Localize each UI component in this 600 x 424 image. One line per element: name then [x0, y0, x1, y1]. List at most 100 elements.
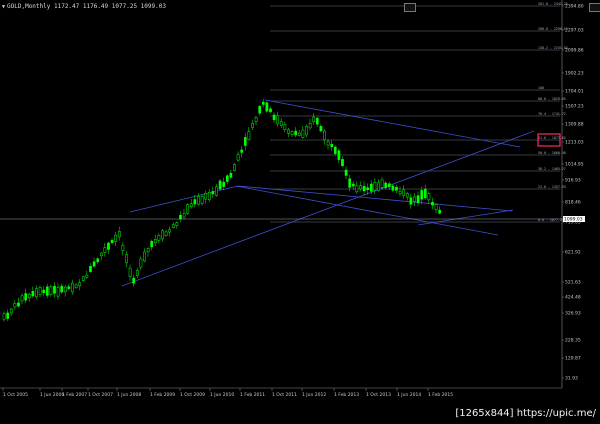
chart-title: ▼ GOLD,Monthly 1172.47 1176.49 1077.25 10… — [2, 3, 166, 10]
symbol-quote-line: GOLD,Monthly 1172.47 1176.49 1077.25 109… — [7, 3, 166, 10]
candle-body — [207, 192, 211, 200]
candle-body — [319, 126, 323, 132]
price-axis-label: 1309.88 — [565, 122, 584, 128]
candle-body — [233, 164, 236, 171]
candle-body — [153, 239, 157, 244]
chart-window[interactable]: 261.8 - 2441.25 200.0 - 2296.15 138.2 - 21… — [0, 0, 600, 420]
candle-body — [179, 214, 182, 220]
plot-area — [0, 0, 562, 388]
candle-body — [143, 251, 146, 262]
candle-body — [171, 224, 175, 228]
candle-body — [380, 179, 384, 188]
fib-level-label: 138.2 - 2151.03 — [538, 46, 568, 50]
candle-body — [63, 286, 67, 293]
candle-body — [247, 131, 251, 140]
candle-body — [402, 189, 406, 196]
fib-level-label: 0.0 - 1077.25 — [538, 218, 564, 222]
candle-body — [409, 197, 413, 205]
candle-body — [333, 146, 337, 154]
candle-body — [60, 285, 64, 293]
candle-body — [135, 270, 139, 276]
candle-body — [362, 185, 366, 192]
price-axis-label: 916.93 — [565, 178, 581, 184]
candle-body — [117, 231, 121, 238]
candle-body — [420, 190, 424, 200]
price-chart[interactable]: 261.8 - 2441.25 200.0 - 2296.15 138.2 - 21… — [0, 0, 600, 420]
candle-body — [74, 284, 78, 289]
candle-body — [261, 101, 265, 105]
price-axis-label: 31.93 — [565, 376, 578, 382]
candle-body — [211, 191, 215, 195]
candle-body — [369, 183, 373, 192]
candle-body — [85, 274, 89, 278]
candle-body — [107, 242, 110, 250]
candle-body — [161, 230, 164, 240]
candle-body — [423, 188, 427, 199]
candle-body — [204, 192, 208, 200]
candle-body — [150, 241, 154, 248]
candle-body — [326, 141, 330, 146]
symbol-arrow-icon: ▼ — [2, 4, 6, 10]
candle-body — [139, 258, 143, 268]
candle-body — [225, 175, 229, 182]
candle-body — [315, 117, 319, 125]
candle-body — [110, 239, 114, 244]
price-axis-label: 1902.23 — [565, 71, 584, 77]
candle-body — [96, 258, 100, 263]
chart-control-button[interactable] — [404, 3, 416, 12]
candle-body — [337, 150, 341, 160]
price-axis-label: 2394.80 — [565, 4, 584, 10]
candle-body — [416, 195, 420, 203]
candle-body — [27, 293, 31, 299]
candle-body — [359, 185, 362, 190]
candle-body — [128, 267, 132, 277]
candle-body — [254, 117, 258, 122]
time-axis-label: 1 Feb 2009 — [150, 392, 175, 398]
fib-level-label: 88.6 - 1829.85 — [538, 97, 566, 101]
candle-body — [438, 209, 442, 214]
candle-body — [215, 186, 218, 196]
candle-body — [276, 115, 280, 125]
candle-body — [243, 137, 247, 146]
price-axis-label: 2297.03 — [565, 28, 584, 34]
candle-body — [297, 132, 301, 136]
time-axis: 1 Oct 2005 1 Jun 20061 Feb 2007 1 Oct 2007… — [2, 388, 453, 398]
candle-body — [269, 108, 272, 113]
candle-body — [283, 124, 287, 130]
candle-body — [229, 172, 233, 178]
candle-body — [236, 154, 240, 161]
candle-body — [251, 123, 254, 128]
candle-body — [279, 121, 283, 126]
candle-body — [197, 196, 200, 205]
candle-body — [427, 192, 431, 201]
candle-body — [312, 116, 316, 122]
candle-body — [405, 193, 409, 198]
chart-scroll-button[interactable] — [589, 3, 600, 12]
time-axis-label: 1 Jun 2014 — [397, 392, 421, 398]
candle-body — [398, 191, 402, 195]
time-axis-label: 1 Feb 2011 — [240, 392, 265, 398]
candle-body — [193, 199, 197, 205]
candle-body — [355, 185, 359, 193]
candle-body — [20, 295, 24, 302]
candle-body — [92, 261, 96, 267]
price-axis-label: 2099.86 — [565, 48, 584, 54]
candle-body — [323, 130, 326, 141]
time-axis-label: 1 Feb 2015 — [428, 392, 453, 398]
time-axis-label: 1 Oct 2007 — [88, 392, 113, 398]
time-axis-label: 1 Oct 2011 — [272, 392, 297, 398]
candle-body — [434, 204, 438, 210]
candle-body — [186, 204, 190, 214]
candle-body — [9, 308, 13, 314]
candle-body — [287, 129, 290, 134]
candle-body — [301, 129, 305, 138]
price-axis-label: 1704.01 — [565, 89, 584, 95]
candle-body — [258, 106, 262, 114]
candle-body — [290, 131, 294, 135]
candle-body — [341, 159, 344, 166]
time-axis-label: 1 Jun 2010 — [210, 392, 234, 398]
candle-body — [294, 130, 298, 136]
candle-body — [222, 181, 226, 187]
candle-body — [373, 182, 377, 191]
candle-body — [89, 265, 92, 272]
